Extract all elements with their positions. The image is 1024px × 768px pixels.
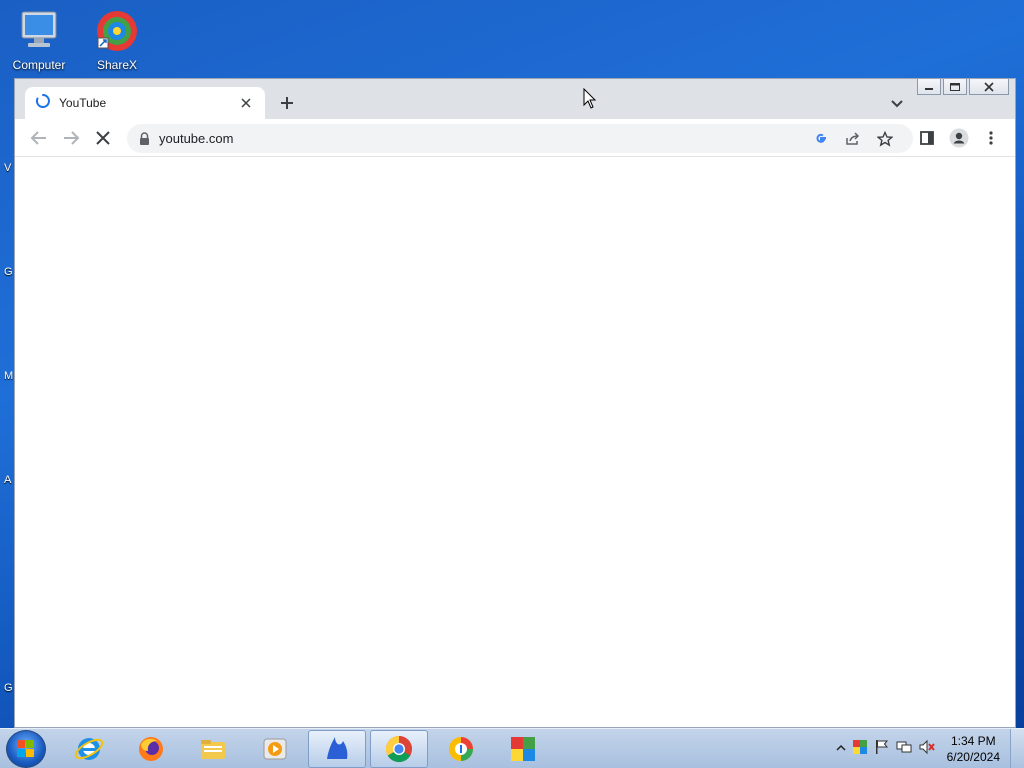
taskbar-file-explorer[interactable] <box>184 730 242 768</box>
back-button[interactable] <box>29 128 49 148</box>
network-icon[interactable] <box>896 739 912 760</box>
stop-button[interactable] <box>93 128 113 148</box>
side-panel-icon <box>920 131 934 145</box>
maximize-button[interactable] <box>943 79 967 95</box>
profile-icon <box>949 128 969 148</box>
file-explorer-icon <box>201 740 225 759</box>
app-grid-icon <box>511 737 535 761</box>
browser-window: YouTube youtube.com <box>14 78 1016 728</box>
minimize-icon <box>925 87 933 90</box>
taskbar-internet-explorer[interactable] <box>60 730 118 768</box>
show-hidden-icons-icon[interactable] <box>836 740 846 758</box>
tab-close-button[interactable] <box>237 94 255 112</box>
lock-icon <box>139 132 150 150</box>
sharex-icon <box>94 8 140 54</box>
mouse-cursor-icon <box>583 87 597 115</box>
desktop-icon-label: ShareX <box>96 58 138 72</box>
taskbar-clock[interactable]: 1:34 PM 6/20/2024 <box>947 733 1000 765</box>
desktop-edge-text: A <box>4 474 12 486</box>
taskbar-firefox[interactable] <box>122 730 180 768</box>
forward-button[interactable] <box>61 128 81 148</box>
profile-button[interactable] <box>949 128 969 148</box>
start-button[interactable] <box>6 730 46 768</box>
taskbar-blue-app[interactable] <box>308 730 366 768</box>
desktop-icon-label: Computer <box>12 58 66 72</box>
system-tray <box>836 729 936 768</box>
app-blue-icon <box>327 737 348 759</box>
taskbar-shield-app[interactable] <box>432 730 490 768</box>
chrome-icon <box>385 735 412 763</box>
taskbar-media-player[interactable] <box>246 730 304 768</box>
address-url: youtube.com <box>159 131 234 146</box>
taskbar-chrome[interactable] <box>370 730 428 768</box>
computer-icon <box>16 8 62 54</box>
address-bar[interactable]: youtube.com <box>127 124 913 153</box>
desktop-icon-computer[interactable]: Computer <box>4 8 74 72</box>
browser-toolbar: youtube.com <box>15 119 1015 157</box>
app-shield-icon <box>449 737 473 761</box>
tab-search-icon <box>891 100 903 108</box>
volume-muted-icon[interactable] <box>918 739 936 760</box>
minimize-button[interactable] <box>917 79 941 95</box>
media-player-icon <box>263 738 287 760</box>
desktop-edge-text: V <box>4 162 12 174</box>
firefox-icon <box>139 737 163 761</box>
tray-app-icon[interactable] <box>852 739 868 760</box>
clock-date: 6/20/2024 <box>946 750 1000 764</box>
desktop-edge-text: G <box>4 266 13 278</box>
window-controls <box>917 79 1009 95</box>
taskbar-grid-app[interactable] <box>494 730 552 768</box>
page-content[interactable] <box>15 157 1015 727</box>
share-icon[interactable] <box>845 131 861 147</box>
action-center-flag-icon[interactable] <box>874 739 890 760</box>
forward-icon <box>64 131 80 145</box>
desktop-icon-sharex[interactable]: ShareX <box>82 8 152 72</box>
show-desktop-button[interactable] <box>1010 729 1024 768</box>
loading-spinner-icon <box>35 93 51 114</box>
new-tab-button[interactable] <box>277 93 297 113</box>
restore-icon <box>950 82 960 91</box>
internet-explorer-icon <box>74 738 104 760</box>
close-icon <box>984 81 994 92</box>
bookmark-star-icon[interactable] <box>877 131 893 147</box>
close-window-button[interactable] <box>969 79 1009 95</box>
menu-dots-icon <box>989 131 993 145</box>
close-icon <box>241 98 251 108</box>
tab-search-button[interactable] <box>889 95 905 111</box>
tab-youtube[interactable]: YouTube <box>25 87 265 119</box>
clock-time: 1:34 PM <box>950 734 996 748</box>
stop-icon <box>96 131 110 145</box>
desktop-edge-text: G <box>4 682 13 694</box>
desktop-edge-text: M <box>4 370 14 382</box>
side-panel-button[interactable] <box>917 128 937 148</box>
google-lens-icon[interactable] <box>813 131 829 147</box>
back-icon <box>30 131 46 145</box>
menu-button[interactable] <box>981 128 1001 148</box>
tab-title: YouTube <box>59 96 107 110</box>
windows-logo-icon <box>17 740 34 757</box>
taskbar: 1:34 PM 6/20/2024 <box>0 728 1024 768</box>
new-tab-icon <box>281 97 293 109</box>
